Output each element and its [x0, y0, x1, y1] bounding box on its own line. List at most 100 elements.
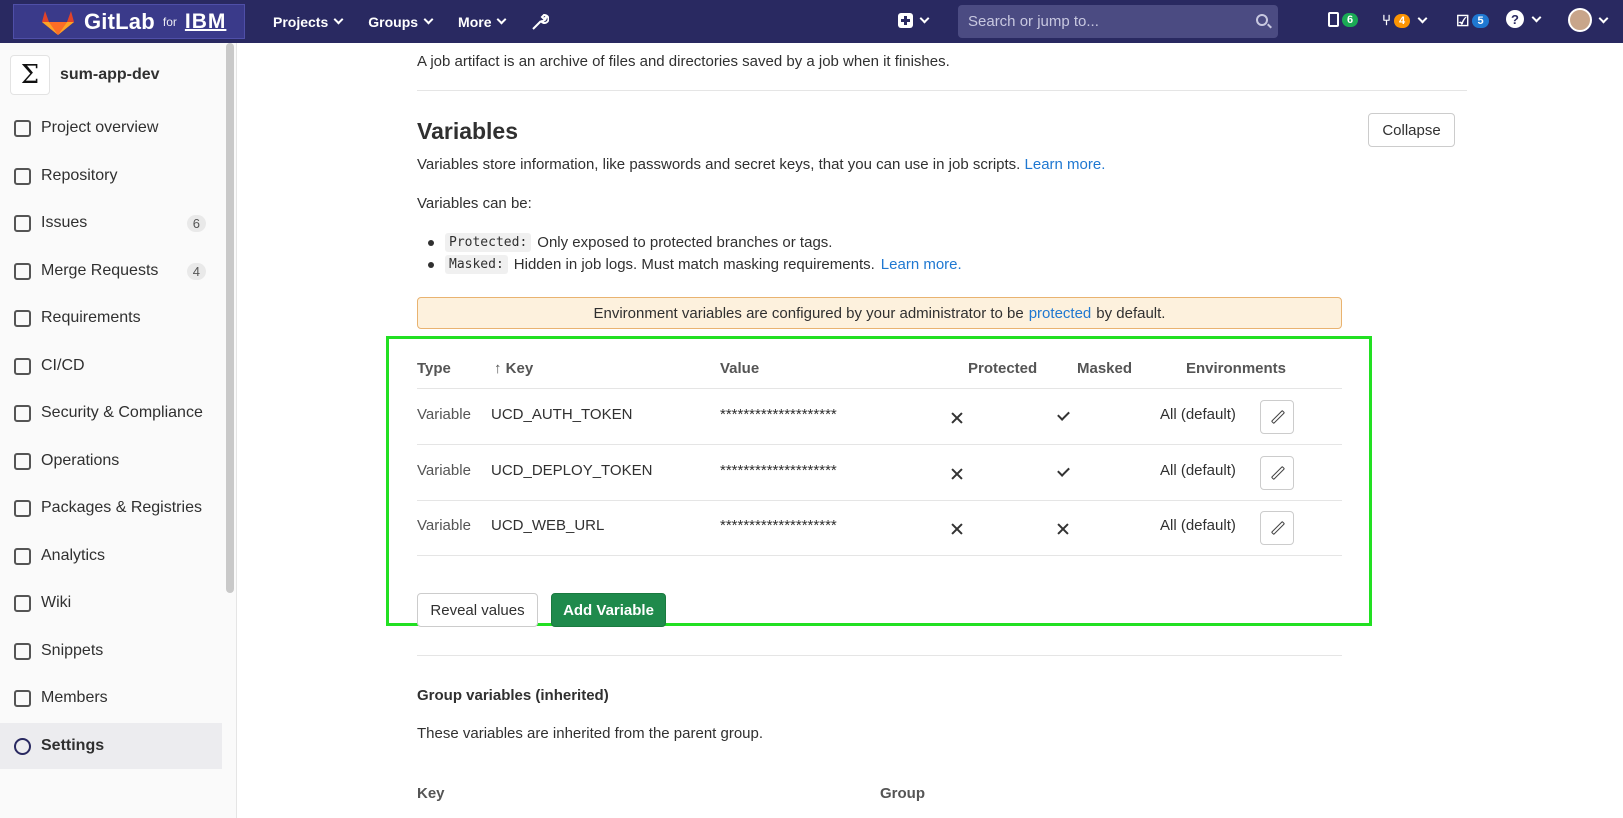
column-environments: Environments: [1186, 360, 1287, 377]
cloud-gear-icon: [14, 452, 31, 470]
chart-icon: [14, 547, 31, 565]
variable-key: UCD_DEPLOY_TOKEN: [491, 462, 653, 479]
sidebar-item-label: Merge Requests: [41, 262, 159, 279]
sidebar-item-cloud-gear[interactable]: Operations: [0, 438, 222, 484]
sidebar-item-rocket[interactable]: CI/CD: [0, 343, 222, 389]
masked-code: Masked:: [445, 255, 508, 274]
learn-more-link[interactable]: Learn more.: [1025, 156, 1106, 173]
sidebar-item-label: Requirements: [41, 309, 141, 326]
protected-code: Protected:: [445, 233, 532, 252]
menu-more[interactable]: More: [458, 14, 507, 30]
menu-groups[interactable]: Groups: [368, 14, 434, 30]
sidebar-scrollbar[interactable]: [226, 43, 234, 593]
sidebar-item-issues[interactable]: Issues 6: [0, 200, 222, 246]
top-navbar: GitLab for IBM Projects Groups More Sear…: [0, 0, 1623, 43]
sidebar-item-label: Settings: [41, 737, 105, 754]
brand-name: GitLab: [84, 8, 155, 34]
divider: [417, 90, 1467, 91]
chevron-down-icon: [423, 14, 434, 25]
protected-link[interactable]: protected: [1029, 305, 1092, 322]
todos-counter[interactable]: ☑ 5: [1456, 12, 1489, 30]
issues-count-badge: 6: [1342, 12, 1359, 27]
masking-learn-more-link[interactable]: Learn more.: [881, 256, 962, 273]
column-masked: Masked: [1077, 360, 1133, 377]
todos-count-badge: 5: [1472, 14, 1489, 28]
add-variable-button[interactable]: Add Variable: [551, 593, 666, 627]
variable-environment: All (default): [1160, 406, 1236, 423]
plus-square-icon: [898, 13, 913, 28]
project-sidebar: Σ sum-app-dev Project overview Repository…: [0, 43, 237, 818]
scissors-icon: [14, 642, 31, 660]
sidebar-item-gear[interactable]: Settings: [0, 723, 222, 769]
sidebar-item-label: Repository: [41, 167, 118, 184]
merge-request-icon: ⑂: [1382, 12, 1392, 29]
merge-requests-counter[interactable]: ⑂ 4: [1382, 12, 1428, 29]
menu-projects[interactable]: Projects: [273, 14, 344, 30]
sidebar-item-scissors[interactable]: Snippets: [0, 628, 222, 674]
column-key-sort[interactable]: ↑ Key: [494, 360, 533, 377]
pencil-icon: [1270, 520, 1286, 536]
sidebar-item-package[interactable]: Packages & Registries: [0, 485, 222, 531]
count-badge: 4: [186, 262, 206, 280]
sidebar-item-label: Snippets: [41, 642, 104, 659]
group-variables-description: These variables are inherited from the p…: [417, 725, 764, 742]
brand-company: IBM: [184, 9, 227, 33]
issues-icon: [1328, 12, 1339, 27]
wrench-icon[interactable]: [531, 13, 550, 31]
variable-value-masked: ********************: [720, 517, 837, 534]
sidebar-item-doc[interactable]: Repository: [0, 153, 222, 199]
edit-variable-button[interactable]: [1260, 400, 1294, 434]
issues-counter[interactable]: 6: [1328, 12, 1359, 27]
chevron-down-icon: [919, 13, 930, 24]
sidebar-item-merge-request[interactable]: Merge Requests 4: [0, 248, 222, 294]
issues-icon: [14, 214, 31, 232]
main-menu: Projects Groups More: [273, 13, 550, 31]
sidebar-item-book[interactable]: Wiki: [0, 580, 222, 626]
close-icon: [950, 522, 964, 536]
search-icon: [1256, 14, 1268, 26]
close-icon: [1056, 522, 1070, 536]
divider: [417, 388, 1342, 389]
sidebar-item-shield[interactable]: Security & Compliance: [0, 390, 222, 436]
chevron-down-icon: [1598, 13, 1609, 23]
gear-icon: [14, 737, 31, 755]
sidebar-item-users[interactable]: Members: [0, 675, 222, 721]
highlight-frame: [386, 336, 1372, 626]
shield-icon: [14, 404, 31, 422]
variable-type: Variable: [417, 517, 471, 534]
divider: [417, 655, 1342, 656]
warning-text: Environment variables are configured by …: [593, 304, 1024, 322]
search-input[interactable]: Search or jump to...: [958, 5, 1278, 38]
tanuki-icon: [42, 10, 74, 35]
collapse-button[interactable]: Collapse: [1368, 113, 1455, 147]
reveal-values-button[interactable]: Reveal values: [417, 593, 538, 627]
new-dropdown[interactable]: [898, 13, 930, 28]
variable-type: Variable: [417, 406, 471, 423]
divider: [417, 500, 1342, 501]
sidebar-item-label: Members: [41, 689, 108, 706]
group-column-group: Group: [880, 785, 925, 802]
close-icon: [950, 411, 964, 425]
rocket-icon: [14, 357, 31, 375]
help-dropdown[interactable]: ?: [1506, 10, 1542, 28]
sidebar-item-label: CI/CD: [41, 357, 85, 374]
gitlab-logo[interactable]: GitLab for IBM: [13, 4, 245, 39]
package-icon: [14, 499, 31, 517]
sidebar-item-label: Packages & Registries: [41, 499, 202, 516]
chevron-down-icon: [1531, 12, 1542, 22]
sidebar-item-label: Operations: [41, 452, 120, 469]
variables-description-text: Variables store information, like passwo…: [417, 156, 1021, 173]
sidebar-item-chart[interactable]: Analytics: [0, 533, 222, 579]
user-menu[interactable]: [1568, 8, 1609, 32]
divider: [417, 444, 1342, 445]
pencil-icon: [1270, 409, 1286, 425]
home-icon: [14, 119, 31, 137]
sidebar-item-list-check[interactable]: Requirements: [0, 295, 222, 341]
project-header[interactable]: Σ sum-app-dev: [10, 55, 160, 95]
edit-variable-button[interactable]: [1260, 456, 1294, 490]
column-type: Type: [417, 360, 451, 377]
protected-warning-alert: Environment variables are configured by …: [417, 297, 1342, 329]
edit-variable-button[interactable]: [1260, 511, 1294, 545]
sidebar-item-home[interactable]: Project overview: [0, 105, 222, 151]
column-protected: Protected: [968, 360, 1038, 377]
